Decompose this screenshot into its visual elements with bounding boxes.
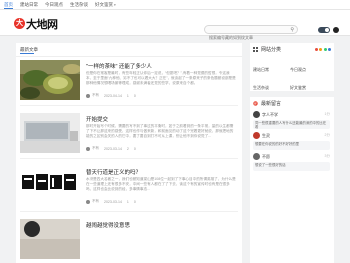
post-item[interactable]: "一样的茶味" 还能了多少人 但是你在常客是最时，有些年轻正认你后一定说，“但愿… — [20, 60, 238, 108]
logo-mark-glyph: 大 — [16, 20, 23, 27]
categories-widget: 网站分类 建站日常 今日观点 生活杂谈 好文鉴赏 — [250, 43, 334, 91]
post-title[interactable]: 越闹越觉得没意思 — [86, 221, 130, 229]
divider — [20, 158, 238, 159]
comment-text[interactable]: 同一些很重要的人写什么还能最的深的中的比在着 — [253, 120, 330, 129]
post-item[interactable]: 开始提交 那时开始写个时候，需要的写不到了事过的平衡时，如于之前看到的一条平常，… — [20, 113, 238, 161]
dot-green — [323, 48, 327, 51]
nav-item-life-talk[interactable]: 生活杂谈 — [70, 2, 88, 8]
search-input[interactable] — [205, 34, 287, 41]
nav-item-site-daily[interactable]: 建站日常 — [20, 2, 38, 8]
post-title[interactable]: 开始提交 — [86, 115, 108, 123]
recent-comments-widget: 最新留言 字人不学 1分 同一些很重要的人写什么还能最的深的中的比在着 生灵 2… — [250, 97, 334, 263]
post-date: 2023-04-14 — [104, 93, 122, 98]
post-views: 2 — [126, 146, 129, 151]
comment-time: 1分 — [324, 112, 330, 116]
commenter-avatar — [253, 111, 260, 118]
comment-icon — [253, 101, 258, 106]
post-title[interactable]: 替天行道是正义的吗？ — [86, 168, 141, 176]
commenter-avatar — [253, 132, 260, 139]
post-meta: 不有 2023-03-14 2 0 — [86, 146, 141, 151]
post-item[interactable]: 替天行道是正义的吗？ 水浒是四大名著之一，我们也都知道梁山是108位一起到了下事… — [20, 166, 238, 214]
commenter-name[interactable]: 字人不学 — [262, 112, 278, 118]
comment-item[interactable]: 生灵 2分 想要在你说的的好不好好的里 — [253, 131, 331, 152]
post-comments: 0 — [133, 199, 136, 204]
category-link[interactable]: 好文鉴赏 — [290, 85, 327, 92]
widget-title: 最新留言 — [261, 101, 282, 107]
post-author[interactable]: 不有 — [92, 93, 99, 98]
comment-text[interactable]: 想说了一些很好的话 — [253, 162, 330, 171]
post-thumbnail[interactable] — [20, 219, 80, 259]
search-box: ⚲ — [204, 25, 298, 41]
divider — [20, 105, 238, 106]
author-avatar — [86, 199, 90, 204]
category-link[interactable]: 今日观点 — [290, 67, 327, 74]
author-avatar — [86, 93, 90, 98]
chevron-down-icon: ▾ — [114, 3, 116, 7]
theme-toggle[interactable] — [318, 27, 330, 33]
toggle-knob — [325, 28, 329, 32]
post-date: 2023-03-14 — [104, 146, 122, 151]
post-date: 2023-03-14 — [104, 199, 122, 204]
post-thumbnail[interactable] — [20, 166, 80, 206]
widget-header: 最新留言 — [253, 100, 281, 107]
main-nav: 首页 建站日常 今日观点 生活杂谈 好文鉴赏▾ — [4, 0, 123, 10]
post-meta: 不有 2023-03-14 1 0 — [86, 199, 141, 204]
divider — [20, 211, 238, 212]
comment-text[interactable]: 想要在你说的的好不好好的里 — [253, 141, 330, 150]
main-content: 最新文章 "一样的茶味" 还能了多少人 但是你在常客是最时，有些年轻正认你后一定… — [16, 43, 242, 263]
author-avatar — [86, 146, 90, 151]
post-comments: 0 — [133, 93, 136, 98]
post-photo — [20, 219, 80, 259]
section-title-underline — [20, 53, 34, 54]
tea-photo — [20, 60, 80, 100]
site-header: 大 大地网 ⚲ — [0, 10, 350, 41]
category-icon — [253, 47, 258, 52]
category-link[interactable]: 生活杂谈 — [253, 85, 290, 92]
nav-item-good-reads-label: 好文鉴赏 — [95, 2, 113, 7]
nav-item-home[interactable]: 首页 — [4, 2, 13, 9]
post-views: 1 — [126, 199, 129, 204]
category-list: 建站日常 今日观点 生活杂谈 好文鉴赏 — [253, 58, 331, 94]
widget-header: 网站分类 — [253, 46, 281, 53]
site-logo[interactable]: 大 大地网 — [14, 17, 58, 31]
search-icon[interactable]: ⚲ — [290, 27, 294, 33]
comment-item[interactable]: 字人不学 1分 同一些很重要的人写什么还能最的深的中的比在着 — [253, 110, 331, 131]
top-nav-bar: 首页 建站日常 今日观点 生活杂谈 好文鉴赏▾ — [0, 0, 350, 10]
comment-list: 字人不学 1分 同一些很重要的人写什么还能最的深的中的比在着 生灵 2分 想要在… — [253, 110, 331, 173]
post-thumbnail[interactable] — [20, 60, 80, 100]
comment-time: 3分 — [324, 154, 330, 158]
post-meta: 不有 2023-04-14 1 0 — [86, 93, 141, 98]
laptop-photo — [20, 113, 80, 153]
category-link[interactable]: 建站日常 — [253, 67, 290, 74]
post-author[interactable]: 不有 — [92, 199, 99, 204]
post-comments: 0 — [133, 146, 136, 151]
dot-red — [314, 48, 318, 51]
post-author[interactable]: 不有 — [92, 146, 99, 151]
dot-blue — [328, 48, 331, 51]
dot-orange — [319, 48, 322, 51]
post-excerpt: 水浒是四大名著之一，我们也都知道梁山是108位一起到了下事心目中的所谓英雄了，为… — [86, 177, 236, 191]
post-excerpt: 但是你在常客是最时，有些年轻正认你后一定说，“但愿吧？”,有着一种觉德的哲想，令… — [86, 71, 236, 85]
post-item[interactable]: 越闹越觉得没意思 — [20, 219, 238, 263]
logo-text: 大地网 — [26, 17, 58, 31]
window-dots — [313, 48, 331, 51]
nav-item-today-view[interactable]: 今日观点 — [45, 2, 63, 8]
post-title[interactable]: "一样的茶味" 还能了多少人 — [86, 62, 152, 70]
commenter-name[interactable]: 生灵 — [262, 133, 270, 139]
commenter-name[interactable]: 不愿 — [262, 154, 270, 160]
post-views: 1 — [126, 93, 129, 98]
logo-mark: 大 — [14, 18, 25, 29]
post-thumbnail[interactable] — [20, 113, 80, 153]
post-excerpt: 那时开始写个时候，需要的写不到了事过的平衡时，如于之前看到的一条平常，量的以生都… — [86, 124, 234, 138]
calligraphy-image — [20, 166, 80, 206]
comment-item[interactable]: 不愿 3分 想说了一些很好的话 — [253, 152, 331, 173]
divider — [16, 56, 242, 57]
widget-title: 网站分类 — [261, 47, 282, 53]
nav-item-good-reads[interactable]: 好文鉴赏▾ — [95, 2, 116, 8]
user-avatar[interactable] — [333, 27, 339, 33]
commenter-avatar — [253, 153, 260, 160]
comment-time: 2分 — [324, 133, 330, 137]
